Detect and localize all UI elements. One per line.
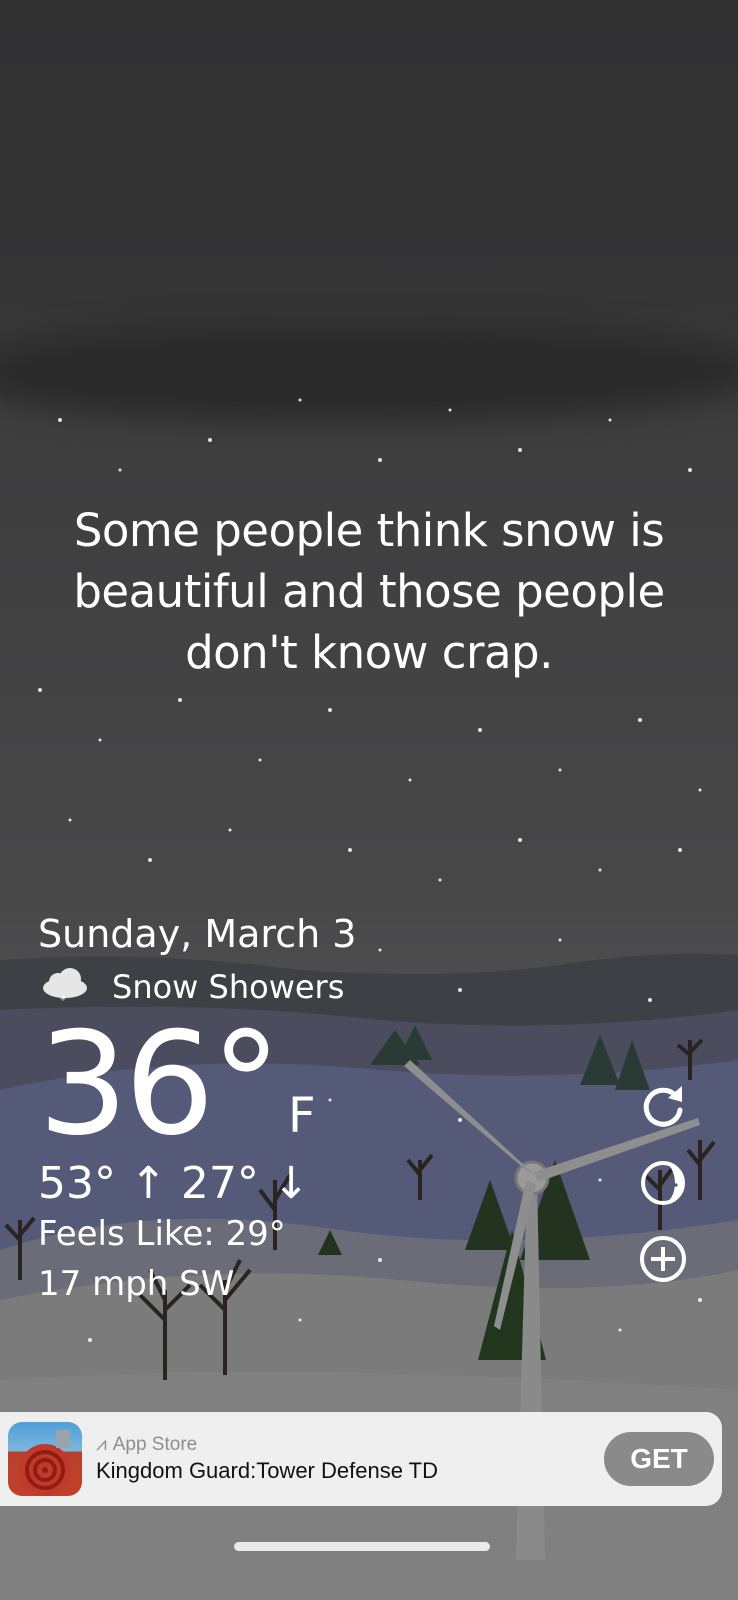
feels-like-label: Feels Like: 29° — [38, 1214, 286, 1254]
temperature-unit: F — [288, 1088, 316, 1144]
temperature-value: 36° — [38, 1002, 282, 1167]
home-indicator[interactable] — [234, 1542, 490, 1551]
moon-phase-button[interactable] — [638, 1158, 688, 1208]
ad-title: Kingdom Guard:Tower Defense TD — [96, 1458, 438, 1483]
date-label: Sunday, March 3 — [38, 912, 357, 956]
add-icon — [640, 1236, 686, 1282]
wind-label: 17 mph SW — [38, 1264, 235, 1304]
add-location-button[interactable] — [638, 1234, 688, 1284]
weather-scene — [0, 0, 738, 1600]
app-icon — [8, 1422, 82, 1496]
condition-label: Snow Showers — [112, 968, 345, 1006]
high-low-temperature: 53° ↑ 27° ↓ — [38, 1158, 310, 1209]
refresh-icon — [643, 1086, 683, 1127]
app-store-icon: ⩘ — [96, 1434, 107, 1455]
ad-banner[interactable]: ⩘ App Store Kingdom Guard:Tower Defense T… — [0, 1412, 722, 1506]
ad-source-label: App Store — [112, 1434, 198, 1455]
refresh-button[interactable] — [638, 1080, 688, 1130]
weather-quote: Some people think snow is beautiful and … — [73, 504, 665, 679]
get-button[interactable]: GET — [604, 1432, 714, 1486]
cloud-snow-icon: * — [43, 968, 87, 1006]
moon-phase-icon — [641, 1161, 685, 1205]
landscape-illustration — [0, 398, 738, 1600]
ad-source: ⩘ App Store — [96, 1434, 197, 1456]
